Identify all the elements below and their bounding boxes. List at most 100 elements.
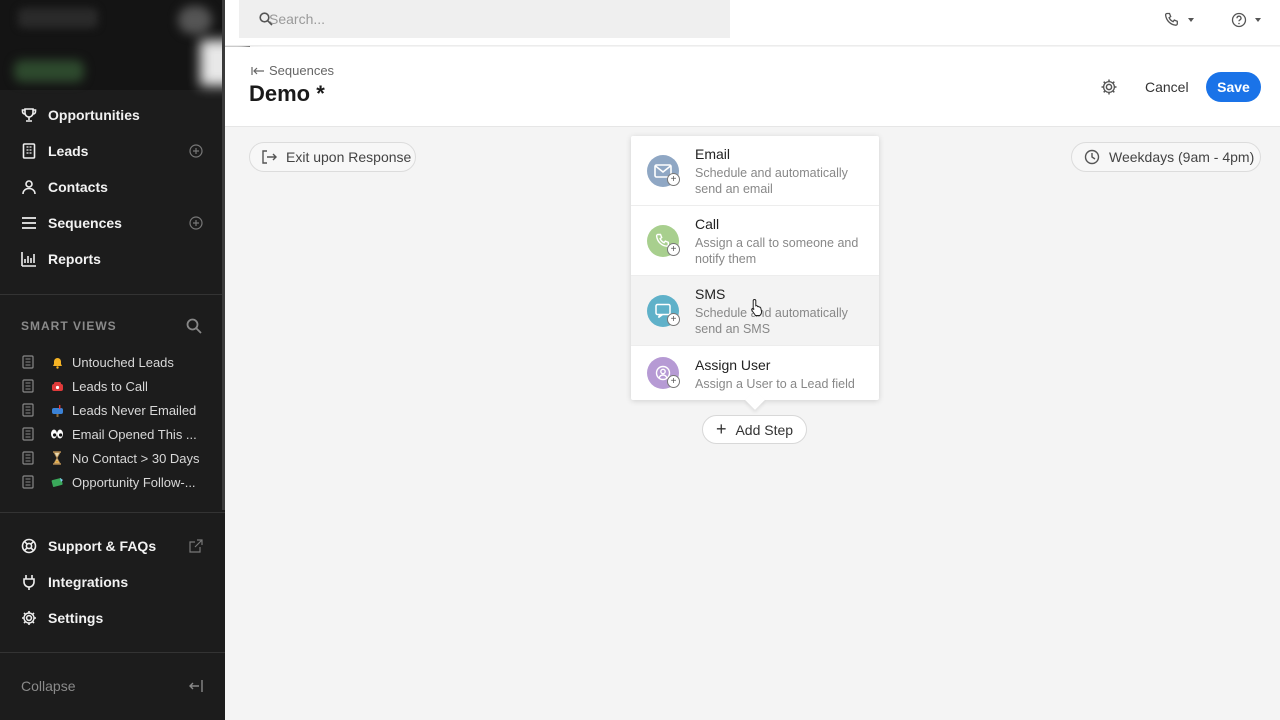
chart-icon bbox=[20, 250, 38, 268]
exit-icon bbox=[262, 150, 277, 164]
step-option-desc: Schedule and automatically send an email bbox=[695, 166, 848, 196]
topbar bbox=[225, 0, 1280, 46]
nav-leads[interactable]: Leads bbox=[0, 136, 225, 166]
chevron-down-icon bbox=[1188, 18, 1194, 22]
cancel-button[interactable]: Cancel bbox=[1137, 73, 1197, 101]
mailbox-icon bbox=[50, 403, 64, 417]
bell-icon bbox=[50, 355, 64, 369]
divider bbox=[0, 512, 225, 513]
plus-badge-icon: + bbox=[667, 243, 680, 256]
nav-settings[interactable]: Settings bbox=[0, 603, 225, 633]
brand-area bbox=[0, 0, 250, 90]
smart-view-label: Opportunity Follow-... bbox=[72, 474, 196, 490]
list-icon bbox=[20, 214, 38, 232]
step-option-desc: Assign a call to someone and notify them bbox=[695, 236, 859, 266]
breadcrumb-label: Sequences bbox=[269, 63, 335, 78]
smart-view-label: Leads Never Emailed bbox=[72, 402, 197, 418]
document-icon bbox=[22, 451, 34, 465]
gear-icon bbox=[20, 609, 38, 627]
external-link-icon bbox=[189, 539, 203, 553]
smart-views-heading: SMART VIEWS bbox=[21, 319, 117, 333]
search-container bbox=[239, 0, 730, 38]
nav-integrations[interactable]: Integrations bbox=[0, 567, 225, 597]
page-header: Sequences Demo * Cancel Save bbox=[225, 47, 1280, 127]
add-lead-icon[interactable] bbox=[189, 144, 203, 158]
person-icon bbox=[20, 178, 38, 196]
building-icon bbox=[20, 142, 38, 160]
search-icon[interactable] bbox=[186, 318, 202, 334]
plus-badge-icon: + bbox=[667, 313, 680, 326]
hourglass-icon bbox=[50, 451, 64, 465]
schedule-button[interactable]: Weekdays (9am - 4pm) bbox=[1071, 142, 1261, 172]
org-switcher[interactable] bbox=[14, 60, 84, 82]
plug-icon bbox=[20, 573, 38, 591]
add-step-label: Add Step bbox=[735, 421, 794, 438]
trophy-icon bbox=[20, 106, 38, 124]
smart-view-label: Email Opened This ... bbox=[72, 426, 197, 442]
clock-icon bbox=[1084, 149, 1100, 165]
step-option-email[interactable]: + Email Schedule and automatically send … bbox=[631, 136, 879, 206]
add-step-menu: + Email Schedule and automatically send … bbox=[631, 136, 879, 400]
smart-view-label: Untouched Leads bbox=[72, 354, 174, 370]
nav-opportunities[interactable]: Opportunities bbox=[0, 100, 225, 130]
sequence-settings-icon[interactable] bbox=[1100, 78, 1118, 96]
document-icon bbox=[22, 403, 34, 417]
nav-label: Support & FAQs bbox=[48, 538, 157, 554]
help-icon bbox=[1231, 12, 1247, 28]
exit-label: Exit upon Response bbox=[286, 149, 412, 165]
sidebar: Opportunities Leads Contacts Sequences R… bbox=[0, 0, 250, 720]
nav-label: Settings bbox=[48, 610, 104, 626]
logo bbox=[18, 8, 98, 28]
phone-menu-button[interactable] bbox=[1164, 10, 1198, 30]
step-option-assign-user[interactable]: + Assign User Assign a User to a Lead fi… bbox=[631, 346, 879, 400]
money-icon bbox=[50, 475, 64, 489]
search-input[interactable] bbox=[269, 11, 669, 27]
avatar[interactable] bbox=[178, 6, 212, 34]
nav-support-faqs[interactable]: Support & FAQs bbox=[0, 531, 225, 561]
hand-cursor-icon bbox=[751, 298, 763, 316]
smart-view-opportunity-follow[interactable]: Opportunity Follow-... bbox=[22, 471, 222, 493]
exit-upon-response-button[interactable]: Exit upon Response bbox=[249, 142, 416, 172]
nav-label: Integrations bbox=[48, 574, 129, 590]
divider bbox=[0, 294, 225, 295]
nav-contacts[interactable]: Contacts bbox=[0, 172, 225, 202]
smart-view-leads-never-emailed[interactable]: Leads Never Emailed bbox=[22, 399, 222, 421]
step-option-desc: Assign a User to a Lead field bbox=[695, 377, 855, 391]
breadcrumb[interactable]: Sequences bbox=[251, 63, 334, 78]
smart-view-no-contact[interactable]: No Contact > 30 Days bbox=[22, 447, 222, 469]
document-icon bbox=[22, 355, 34, 369]
step-option-call[interactable]: + Call Assign a call to someone and noti… bbox=[631, 206, 879, 276]
step-option-desc: Schedule and automatically send an SMS bbox=[695, 306, 848, 336]
plus-icon: + bbox=[715, 419, 727, 439]
step-option-title: Assign User bbox=[695, 357, 771, 373]
phone-icon bbox=[1164, 12, 1178, 26]
collapse-button[interactable]: Collapse bbox=[21, 678, 75, 694]
document-icon bbox=[22, 427, 34, 441]
plus-badge-icon: + bbox=[667, 375, 680, 388]
help-menu-button[interactable] bbox=[1231, 10, 1265, 30]
lifebuoy-icon bbox=[20, 537, 38, 555]
add-sequence-icon[interactable] bbox=[189, 216, 203, 230]
nav-label: Leads bbox=[48, 143, 89, 159]
smart-view-label: Leads to Call bbox=[72, 378, 148, 394]
nav-label: Reports bbox=[48, 251, 101, 267]
schedule-label: Weekdays (9am - 4pm) bbox=[1109, 149, 1255, 165]
divider bbox=[0, 652, 225, 653]
page-title: Demo * bbox=[249, 81, 325, 106]
phone-icon bbox=[50, 379, 64, 393]
nav-sequences[interactable]: Sequences bbox=[0, 208, 225, 238]
smart-view-email-opened[interactable]: Email Opened This ... bbox=[22, 423, 222, 445]
nav-reports[interactable]: Reports bbox=[0, 244, 225, 274]
collapse-icon[interactable] bbox=[188, 678, 204, 694]
nav-label: Opportunities bbox=[48, 107, 140, 123]
document-icon bbox=[22, 475, 34, 489]
chevron-down-icon bbox=[1255, 18, 1261, 22]
nav-label: Sequences bbox=[48, 215, 122, 231]
step-option-title: Call bbox=[695, 216, 720, 232]
save-button[interactable]: Save bbox=[1206, 72, 1261, 102]
eyes-icon bbox=[50, 427, 64, 441]
smart-view-leads-to-call[interactable]: Leads to Call bbox=[22, 375, 222, 397]
smart-view-untouched-leads[interactable]: Untouched Leads bbox=[22, 351, 222, 373]
search-icon bbox=[259, 12, 273, 26]
add-step-button[interactable]: + Add Step bbox=[702, 415, 807, 444]
